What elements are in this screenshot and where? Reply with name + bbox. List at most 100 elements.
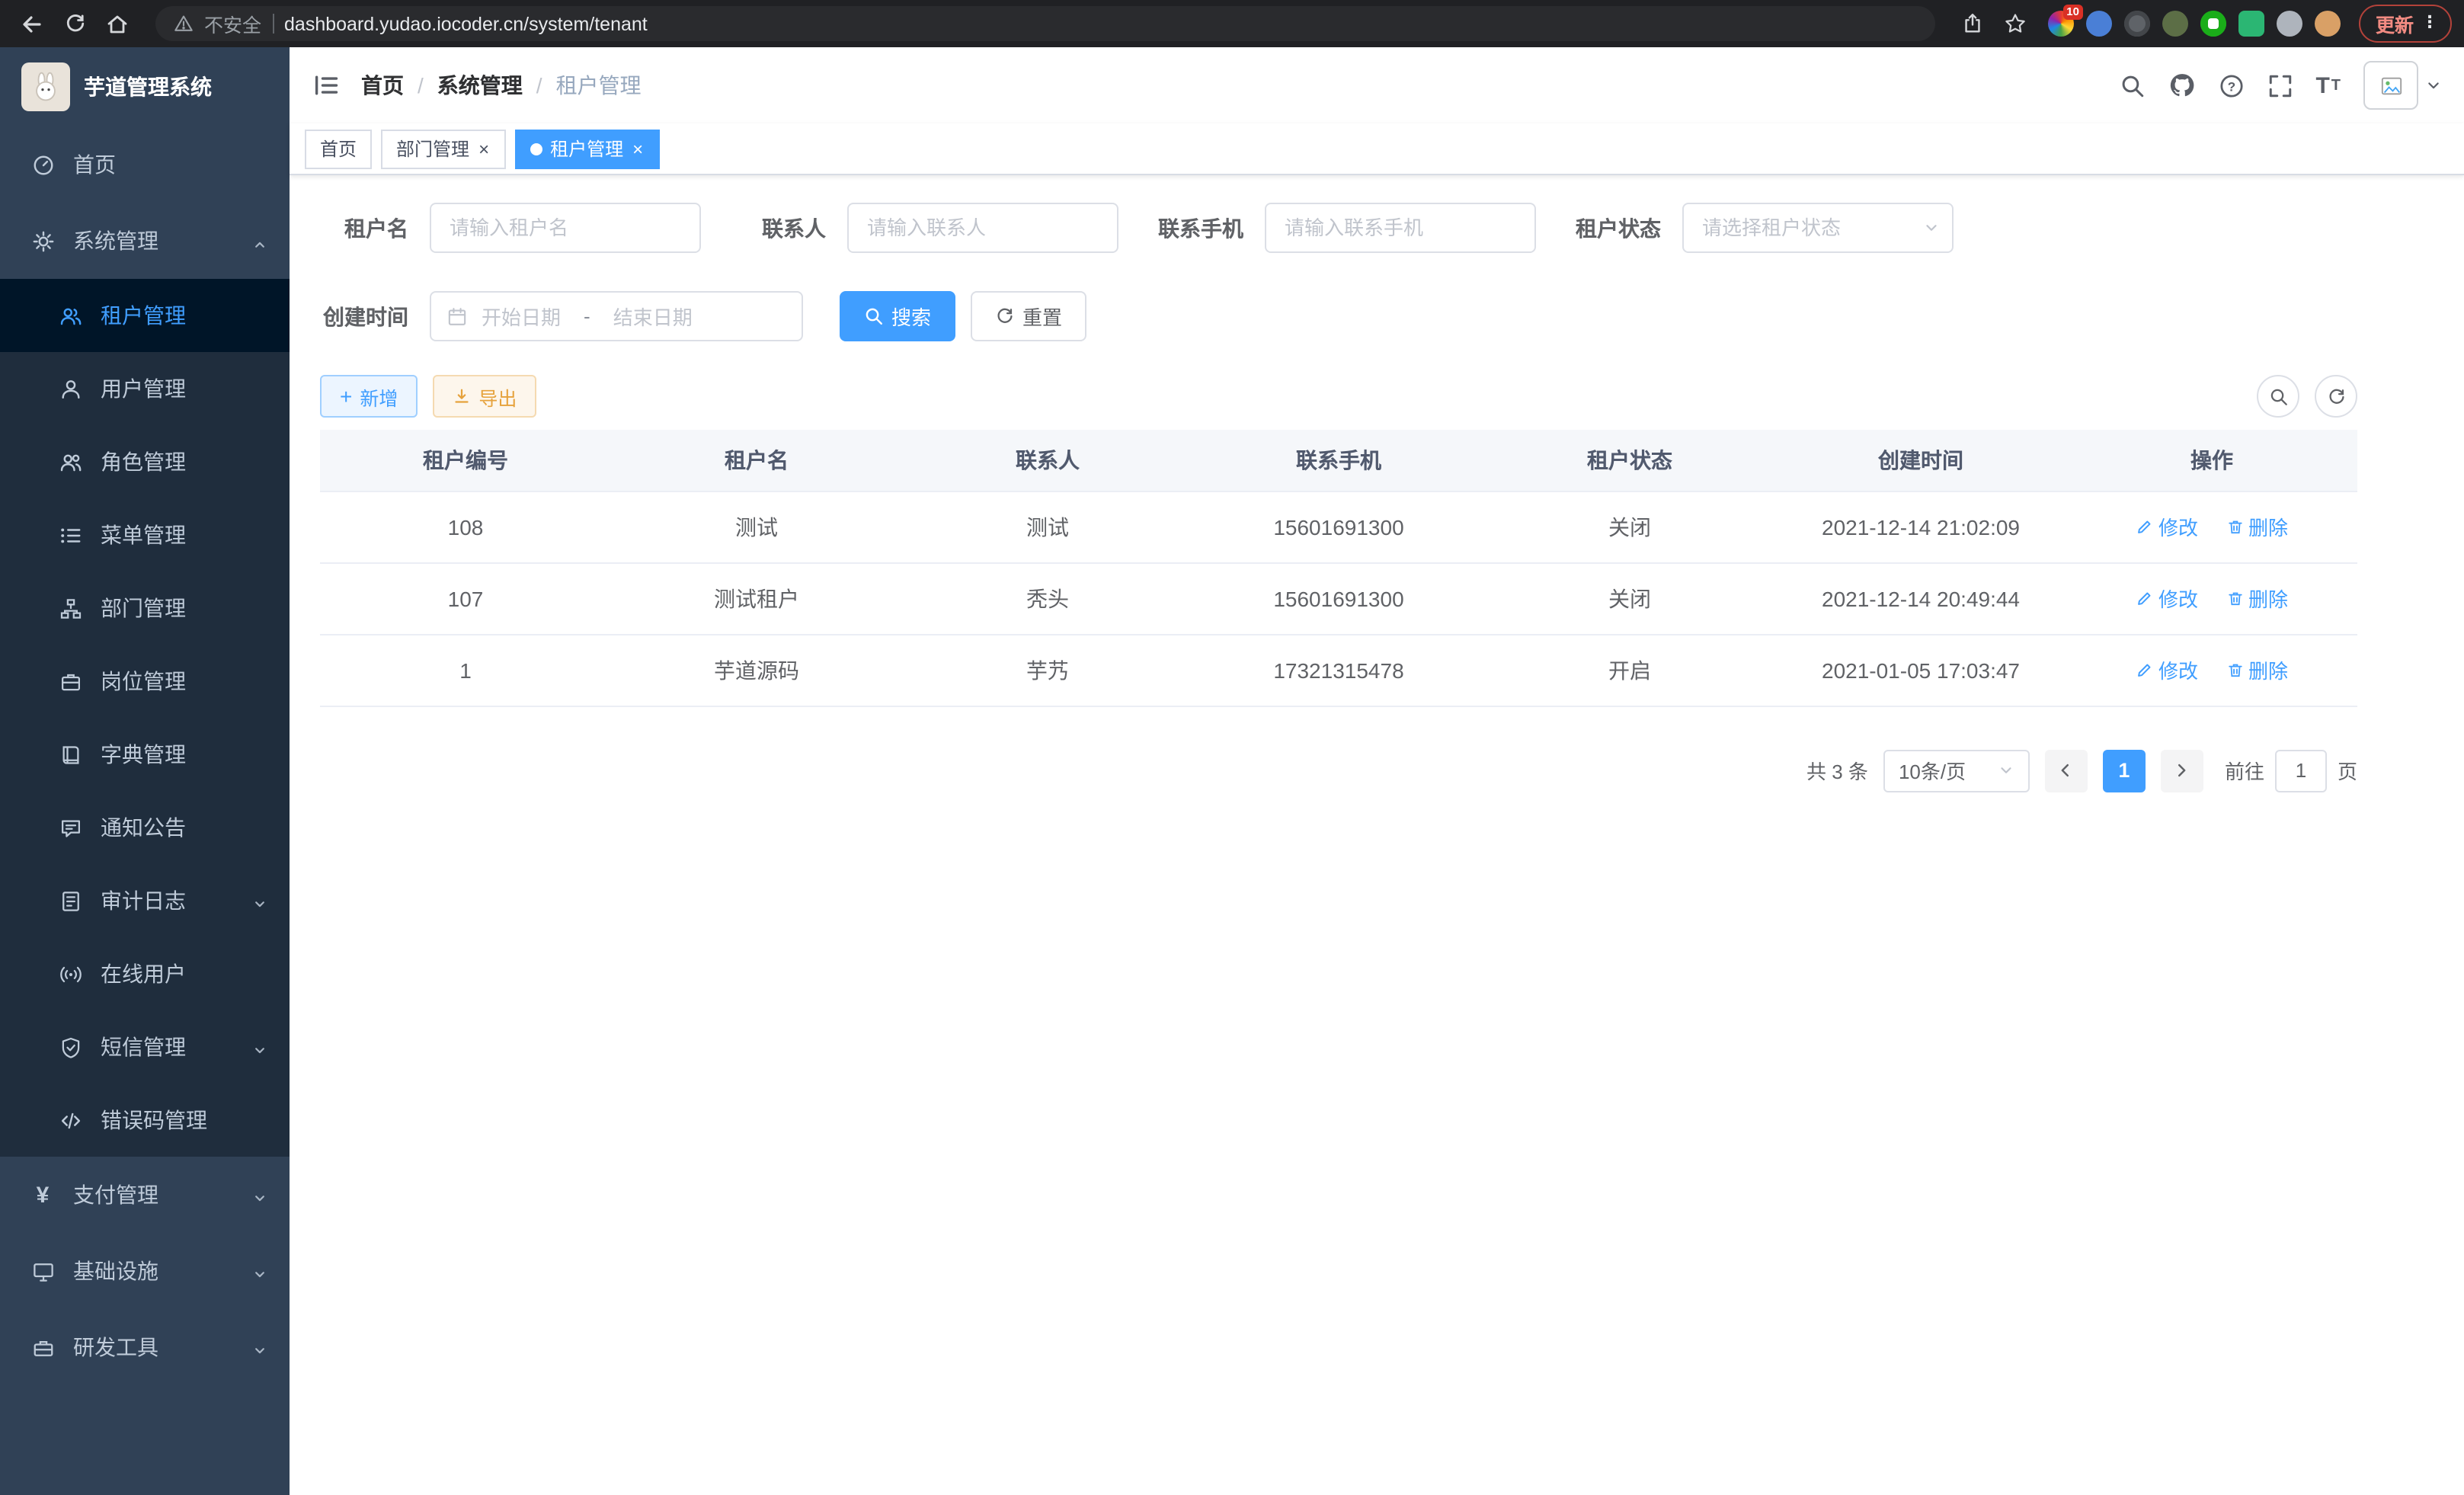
edit-link[interactable]: 修改 bbox=[2136, 584, 2198, 613]
date-start-placeholder: 开始日期 bbox=[482, 302, 561, 331]
tenant-name-input[interactable] bbox=[430, 203, 701, 253]
filter-phone: 联系手机 bbox=[1155, 203, 1536, 253]
edit-link[interactable]: 修改 bbox=[2136, 655, 2198, 684]
sidebar-item-online-users[interactable]: 在线用户 bbox=[0, 937, 290, 1010]
tab-dept[interactable]: 部门管理 × bbox=[381, 129, 506, 168]
browser-home-icon[interactable] bbox=[98, 5, 137, 42]
sidebar-item-devtools[interactable]: 研发工具 bbox=[0, 1309, 290, 1385]
tags-view-bar: 首页 部门管理 × 租户管理 × bbox=[290, 123, 2464, 175]
page-unit-label: 页 bbox=[2338, 756, 2357, 785]
extension-gray-icon[interactable] bbox=[2277, 11, 2302, 37]
filter-row-1: 租户名 联系人 联系手机 租户状态 bbox=[320, 203, 2357, 253]
sidebar-item-dict[interactable]: 字典管理 bbox=[0, 718, 290, 791]
infra-monitor-icon bbox=[30, 1260, 55, 1282]
sidebar-item-tenant[interactable]: 租户管理 bbox=[0, 279, 290, 352]
sidebar-item-home[interactable]: 首页 bbox=[0, 126, 290, 203]
toggle-search-button[interactable] bbox=[2257, 375, 2299, 418]
sidebar-item-error-code[interactable]: 错误码管理 bbox=[0, 1084, 290, 1157]
user-avatar bbox=[2363, 61, 2418, 110]
search-icon bbox=[864, 306, 884, 326]
github-icon[interactable] bbox=[2168, 72, 2195, 99]
add-button[interactable]: + 新增 bbox=[320, 375, 418, 418]
extension-pinwheel-icon[interactable]: 10 bbox=[2048, 11, 2074, 37]
reset-button[interactable]: 重置 bbox=[971, 291, 1086, 341]
col-tenant-name: 租户名 bbox=[611, 430, 902, 491]
extension-green-square-icon[interactable] bbox=[2238, 11, 2264, 37]
notice-message-icon bbox=[58, 816, 82, 839]
tab-home[interactable]: 首页 bbox=[305, 129, 372, 168]
sidebar-collapse-icon[interactable] bbox=[312, 72, 340, 99]
date-separator: - bbox=[574, 305, 600, 328]
audit-log-icon bbox=[58, 889, 82, 912]
search-button[interactable]: 搜索 bbox=[840, 291, 955, 341]
breadcrumb-separator: / bbox=[536, 73, 542, 98]
goto-page-input[interactable] bbox=[2275, 749, 2327, 792]
help-question-icon[interactable]: ? bbox=[2218, 72, 2244, 98]
browser-refresh-icon[interactable] bbox=[55, 5, 94, 42]
delete-link[interactable]: 删除 bbox=[2226, 584, 2288, 613]
fullscreen-icon[interactable] bbox=[2267, 72, 2293, 98]
url-divider bbox=[272, 14, 274, 34]
extension-olive-icon[interactable] bbox=[2162, 11, 2188, 37]
extension-green-icon[interactable] bbox=[2200, 11, 2226, 37]
sidebar-item-infra[interactable]: 基础设施 bbox=[0, 1233, 290, 1309]
share-icon[interactable] bbox=[1954, 5, 1993, 42]
sidebar-item-role[interactable]: 角色管理 bbox=[0, 425, 290, 498]
sidebar-item-sms[interactable]: 短信管理 bbox=[0, 1010, 290, 1084]
extension-blue-icon[interactable] bbox=[2086, 11, 2112, 37]
browser-profile-avatar[interactable] bbox=[2315, 11, 2341, 37]
caret-down-icon bbox=[2426, 78, 2441, 93]
app-logo bbox=[21, 62, 70, 111]
sidebar-item-menu[interactable]: 菜单管理 bbox=[0, 498, 290, 571]
contact-input[interactable] bbox=[847, 203, 1118, 253]
sidebar-item-user[interactable]: 用户管理 bbox=[0, 352, 290, 425]
refresh-table-button[interactable] bbox=[2315, 375, 2357, 418]
tab-close-icon[interactable]: × bbox=[631, 138, 645, 159]
table-toolbar: + 新增 导出 bbox=[320, 375, 2357, 418]
export-button[interactable]: 导出 bbox=[433, 375, 536, 418]
sidebar-item-system[interactable]: 系统管理 bbox=[0, 203, 290, 279]
col-actions: 操作 bbox=[2066, 430, 2357, 491]
address-bar[interactable]: 不安全 dashboard.yudao.iocoder.cn/system/te… bbox=[155, 6, 1935, 41]
status-text: 关闭 bbox=[1484, 491, 1775, 562]
font-size-icon[interactable]: TT bbox=[2315, 72, 2341, 98]
browser-update-button[interactable]: 更新 ⋮ bbox=[2359, 5, 2452, 43]
sidebar-item-audit-log[interactable]: 审计日志 bbox=[0, 864, 290, 937]
next-page-button[interactable] bbox=[2161, 749, 2203, 792]
user-menu[interactable] bbox=[2363, 61, 2441, 110]
tenant-users-icon bbox=[58, 304, 82, 327]
phone-label: 联系手机 bbox=[1155, 213, 1243, 243]
date-range-picker[interactable]: 开始日期 - 结束日期 bbox=[430, 291, 803, 341]
breadcrumb-system[interactable]: 系统管理 bbox=[437, 70, 523, 101]
page-size-select[interactable]: 10条/页 bbox=[1883, 749, 2030, 792]
sidebar-item-payment[interactable]: ¥ 支付管理 bbox=[0, 1157, 290, 1233]
calendar-icon bbox=[446, 306, 468, 327]
table-row: 107 测试租户 秃头 15601691300 关闭 2021-12-14 20… bbox=[320, 562, 2357, 634]
plus-icon: + bbox=[340, 386, 352, 407]
app-logo-row[interactable]: 芋道管理系统 bbox=[0, 47, 290, 126]
prev-page-button[interactable] bbox=[2045, 749, 2088, 792]
header-search-icon[interactable] bbox=[2119, 72, 2145, 98]
page-number-button[interactable]: 1 bbox=[2103, 749, 2146, 792]
sidebar-item-notice[interactable]: 通知公告 bbox=[0, 791, 290, 864]
phone-input[interactable] bbox=[1265, 203, 1536, 253]
sidebar-item-dept[interactable]: 部门管理 bbox=[0, 571, 290, 645]
delete-link[interactable]: 删除 bbox=[2226, 655, 2288, 684]
url-text: dashboard.yudao.iocoder.cn/system/tenant bbox=[284, 13, 648, 34]
browser-back-icon[interactable] bbox=[12, 5, 52, 42]
tab-tenant[interactable]: 租户管理 × bbox=[515, 129, 660, 168]
tenant-table: 租户编号 租户名 联系人 联系手机 租户状态 创建时间 操作 108 测试 bbox=[320, 430, 2357, 706]
breadcrumb-home[interactable]: 首页 bbox=[361, 70, 404, 101]
tab-close-icon[interactable]: × bbox=[477, 138, 491, 159]
status-select[interactable] bbox=[1682, 203, 1954, 253]
bookmark-star-icon[interactable] bbox=[1996, 5, 2036, 42]
delete-link[interactable]: 删除 bbox=[2226, 512, 2288, 541]
contact-label: 联系人 bbox=[738, 213, 826, 243]
chevron-up-icon bbox=[251, 233, 268, 258]
dict-book-icon bbox=[58, 743, 82, 766]
pagination-total: 共 3 条 bbox=[1806, 756, 1868, 785]
extension-dark-icon[interactable] bbox=[2124, 11, 2150, 37]
sidebar-item-post[interactable]: 岗位管理 bbox=[0, 645, 290, 718]
filter-status: 租户状态 bbox=[1573, 203, 1954, 253]
edit-link[interactable]: 修改 bbox=[2136, 512, 2198, 541]
